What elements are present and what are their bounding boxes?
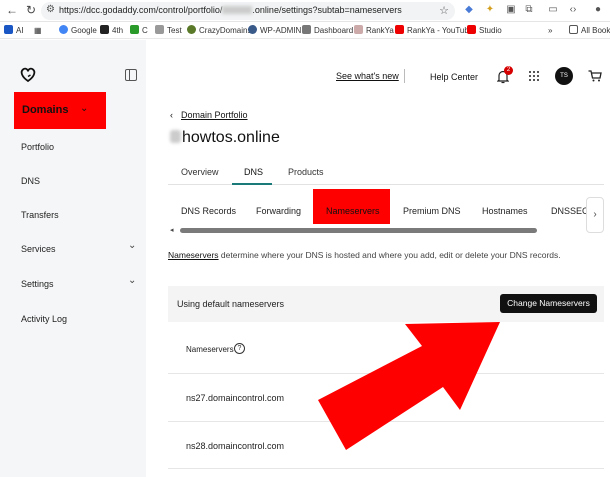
bookmark-item[interactable]: RankYa - YouTube (395, 24, 473, 37)
bookmark-item[interactable]: Dashboard (302, 24, 353, 37)
sidebar: Domains ⌄ Portfolio DNS Transfers Servic… (0, 40, 146, 477)
domain-name: howtos.online (182, 129, 280, 146)
bookmarks-bar: AI ▦ Google 4th C Test CrazyDomains WP-A… (0, 22, 610, 39)
bookmark-item[interactable]: Test (155, 24, 182, 37)
chevron-right-icon[interactable]: › (586, 197, 604, 233)
godaddy-logo-icon[interactable] (19, 67, 37, 83)
extensions-puzzle-icon[interactable]: ⧉ (522, 3, 536, 17)
sidepanel-icon[interactable]: ▭ (546, 3, 560, 17)
bookmark-item[interactable] (4, 24, 16, 37)
active-tab-indicator (232, 183, 272, 185)
bookmark-item[interactable]: Studio (467, 24, 502, 37)
bookmark-item[interactable]: 4th (100, 24, 123, 37)
subtab-forwarding[interactable]: Forwarding (256, 206, 301, 216)
sidebar-item-portfolio[interactable]: Portfolio (21, 142, 54, 152)
nameserver-row: ns27.domaincontrol.com (186, 393, 285, 403)
using-default-label: Using default nameservers (177, 299, 285, 309)
avatar[interactable]: TS (555, 67, 573, 85)
subtab-dnssec[interactable]: DNSSEC (551, 206, 589, 216)
bookmark-item[interactable]: CrazyDomains (187, 24, 251, 37)
domain-tabs: Overview DNS Products (168, 160, 604, 185)
header-divider (404, 69, 405, 83)
more-bookmarks-icon[interactable]: » (548, 24, 552, 37)
nameservers-help-link[interactable]: Nameservers (168, 250, 219, 260)
browser-toolbar: ← ↻ ⚙ https://dcc.godaddy.com/control/po… (0, 0, 610, 22)
bookmark-folder[interactable]: All Book (569, 24, 610, 37)
apps-grid-icon[interactable]: ▦ (34, 24, 42, 37)
scroll-left-icon[interactable]: ◂ (170, 226, 174, 234)
url-blurred (222, 6, 253, 14)
sidebar-item-transfers[interactable]: Transfers (21, 210, 59, 220)
nameserver-row: ns28.domaincontrol.com (186, 441, 285, 451)
tab-products[interactable]: Products (288, 167, 324, 177)
divider (168, 468, 604, 469)
help-icon[interactable]: ? (234, 343, 245, 354)
notification-badge: 2 (504, 66, 513, 75)
cart-icon[interactable] (588, 70, 602, 82)
collapse-sidebar-icon[interactable] (125, 69, 137, 81)
change-nameservers-button[interactable]: Change Nameservers (500, 294, 597, 313)
profile-icon[interactable]: ● (591, 3, 605, 17)
horizontal-scrollbar[interactable] (180, 228, 537, 233)
sidebar-item-dns[interactable]: DNS (21, 176, 40, 186)
nameservers-description: Nameservers determine where your DNS is … (168, 250, 561, 260)
chevron-left-icon: ‹ (170, 110, 173, 120)
sidebar-item-settings[interactable]: Settings (21, 279, 54, 289)
domains-menu-button[interactable]: Domains ⌄ (14, 92, 106, 129)
address-bar[interactable]: ⚙ https://dcc.godaddy.com/control/portfo… (41, 2, 455, 20)
bookmark-item[interactable]: RankYa (354, 24, 394, 37)
subtab-dns-records[interactable]: DNS Records (181, 206, 236, 216)
subtab-hostnames[interactable]: Hostnames (482, 206, 528, 216)
extension-icon[interactable]: ▣ (504, 3, 518, 17)
tab-dns[interactable]: DNS (244, 167, 263, 177)
back-to-portfolio-link[interactable]: ‹ Domain Portfolio (170, 110, 248, 120)
apps-grid-icon[interactable] (529, 71, 539, 81)
blurred-text (170, 130, 181, 143)
nameservers-column-header: Nameservers (186, 345, 234, 354)
bookmark-item[interactable]: C (130, 24, 148, 37)
help-center-link[interactable]: Help Center (430, 72, 478, 82)
sidebar-item-activity-log[interactable]: Activity Log (21, 314, 67, 324)
subtab-nameservers-label: Nameservers (326, 206, 380, 216)
subtab-nameservers[interactable]: Nameservers (313, 189, 390, 224)
bookmark-item[interactable]: Google (59, 24, 97, 37)
page-title: howtos.online (170, 129, 280, 147)
reload-icon[interactable]: ↻ (24, 3, 38, 17)
extension-icon[interactable]: ✦ (483, 3, 497, 17)
back-link-label: Domain Portfolio (181, 110, 248, 120)
extension-icon[interactable]: ◆ (462, 3, 476, 17)
code-icon[interactable]: ‹› (566, 3, 580, 17)
tab-overview[interactable]: Overview (181, 167, 219, 177)
site-info-icon[interactable]: ⚙ (46, 4, 55, 15)
bookmark-item[interactable]: AI (16, 24, 24, 37)
domains-label: Domains (22, 104, 69, 116)
chevron-down-icon[interactable]: ⌄ (128, 275, 136, 286)
subtab-premium-dns[interactable]: Premium DNS (403, 206, 461, 216)
chevron-down-icon[interactable]: ⌄ (128, 240, 136, 251)
url-tail: .online/settings?subtab=nameservers (252, 5, 402, 15)
url-text: https://dcc.godaddy.com/control/portfoli… (59, 5, 223, 15)
whats-new-link[interactable]: See what's new (336, 71, 399, 81)
bookmark-star-icon[interactable]: ☆ (439, 4, 449, 17)
bookmark-item[interactable]: WP-ADMIN (248, 24, 301, 37)
chevron-down-icon: ⌄ (80, 103, 89, 114)
annotation-arrow-icon (318, 322, 500, 450)
back-icon[interactable]: ← (5, 3, 19, 17)
sidebar-item-services[interactable]: Services (21, 244, 56, 254)
